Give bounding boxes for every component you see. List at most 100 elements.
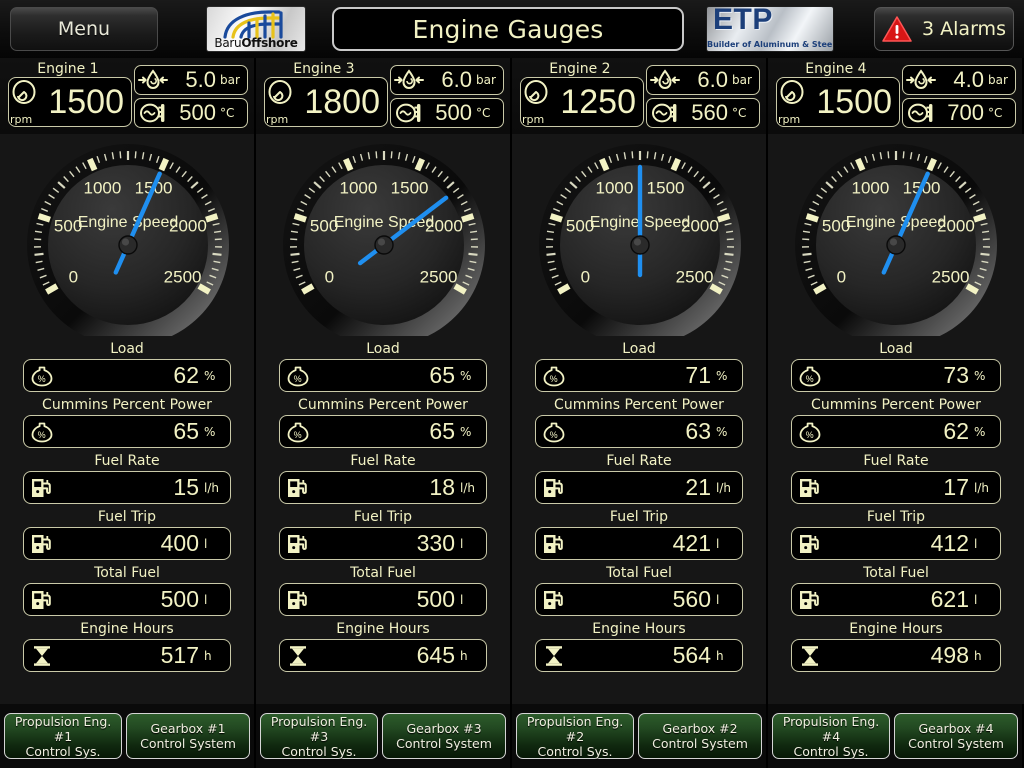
- percent-power-value: 65: [429, 418, 455, 444]
- engine-header-1: Engine 1 rpm 1500 5.0 bar 500 °C: [0, 58, 256, 134]
- rpm-readout[interactable]: rpm 1250: [520, 77, 644, 127]
- oil-pressure-value: 4.0: [953, 66, 984, 92]
- gearbox-button-line1: Gearbox #1: [150, 721, 226, 736]
- fuel-trip-readout[interactable]: 400 l: [23, 527, 231, 560]
- oil-pressure-readout[interactable]: 5.0 bar: [133, 64, 248, 95]
- gauge-area[interactable]: 05001000150020002500 Engine Speed: [23, 140, 233, 336]
- oil-pressure-readout[interactable]: 6.0 bar: [645, 64, 760, 95]
- load-readout[interactable]: % 71 %: [535, 359, 743, 392]
- total-fuel-row: Total Fuel 621 l: [791, 564, 1001, 616]
- svg-text:%: %: [806, 430, 814, 440]
- top-bar: Menu BaruOffshore Engine Gauges ETP Buil…: [0, 0, 1024, 58]
- load-value: 71: [685, 362, 711, 388]
- oil-pressure-unit: bar: [220, 72, 240, 87]
- propulsion-button-line2: Control Sys.: [281, 743, 357, 759]
- engine-hours-readout[interactable]: 645 h: [279, 639, 487, 672]
- engine-header-strip: Engine 1 rpm 1500 5.0 bar 500 °C Engine …: [0, 58, 1024, 134]
- oil-pressure-droplet-icon: [137, 68, 168, 89]
- engine-hours-readout[interactable]: 564 h: [535, 639, 743, 672]
- propulsion-engine-control-button-4[interactable]: Propulsion Eng. #4 Control Sys.: [772, 713, 891, 759]
- total-fuel-readout[interactable]: 500 l: [279, 583, 487, 616]
- total-fuel-readout[interactable]: 621 l: [791, 583, 1001, 616]
- percent-power-label: Cummins Percent Power: [298, 397, 468, 413]
- svg-text:2500: 2500: [932, 268, 970, 287]
- fuel-rate-readout[interactable]: 18 l/h: [279, 471, 487, 504]
- oil-pressure-readout[interactable]: 6.0 bar: [389, 64, 504, 95]
- fuel-rate-unit: l/h: [204, 480, 219, 495]
- fuel-pump-icon: [32, 478, 51, 497]
- propulsion-engine-control-button-2[interactable]: Propulsion Eng. #3 Control Sys.: [260, 713, 379, 759]
- fuel-rate-readout[interactable]: 15 l/h: [23, 471, 231, 504]
- engine-name-label: Engine 1: [37, 61, 99, 77]
- svg-text:2500: 2500: [676, 268, 714, 287]
- gearbox-control-button-2[interactable]: Gearbox #3 Control System: [382, 713, 506, 759]
- gearbox-button-line1: Gearbox #4: [918, 721, 994, 736]
- pressure-temp-group: 6.0 bar 500 °C: [389, 61, 504, 131]
- engine-hours-readout[interactable]: 517 h: [23, 639, 231, 672]
- alarms-button[interactable]: 3 Alarms: [874, 7, 1014, 51]
- fuel-rate-readout[interactable]: 17 l/h: [791, 471, 1001, 504]
- gauge-area[interactable]: 05001000150020002500 Engine Speed: [535, 140, 745, 336]
- exhaust-temp-readout[interactable]: 500 °C: [389, 97, 504, 128]
- load-icon-wrap: %: [285, 363, 311, 389]
- percent-power-icon-wrap: %: [541, 419, 567, 445]
- percent-power-row: Cummins Percent Power % 62 %: [791, 396, 1001, 448]
- rpm-readout[interactable]: rpm 1500: [8, 77, 132, 127]
- propulsion-engine-control-button-1[interactable]: Propulsion Eng. #1 Control Sys.: [4, 713, 123, 759]
- load-readout[interactable]: % 73 %: [791, 359, 1001, 392]
- menu-button[interactable]: Menu: [10, 7, 158, 51]
- rpm-readout[interactable]: rpm 1500: [776, 77, 900, 127]
- exhaust-temp-readout[interactable]: 500 °C: [133, 97, 248, 128]
- fuel-rate-icon-wrap: [29, 475, 55, 501]
- control-buttons-column-4: Propulsion Eng. #4 Control Sys. Gearbox …: [768, 704, 1024, 768]
- fuel-trip-label: Fuel Trip: [353, 509, 413, 525]
- gearbox-control-button-3[interactable]: Gearbox #2 Control System: [638, 713, 762, 759]
- load-label: Load: [110, 341, 144, 357]
- percent-power-icon-wrap: %: [285, 419, 311, 445]
- total-fuel-icon-wrap: [797, 587, 823, 613]
- tachometer-icon: [780, 80, 804, 104]
- fuel-rate-readout[interactable]: 21 l/h: [535, 471, 743, 504]
- gearbox-control-button-1[interactable]: Gearbox #1 Control System: [126, 713, 250, 759]
- fuel-trip-readout[interactable]: 330 l: [279, 527, 487, 560]
- exhaust-temp-readout[interactable]: 700 °C: [901, 97, 1016, 128]
- percent-power-readout[interactable]: % 65 %: [23, 415, 231, 448]
- gearbox-control-button-4[interactable]: Gearbox #4 Control System: [894, 713, 1018, 759]
- fuel-rate-value: 21: [685, 474, 711, 500]
- pressure-temp-group: 4.0 bar 700 °C: [901, 61, 1016, 131]
- total-fuel-icon-wrap: [541, 587, 567, 613]
- etp-tagline: Builder of Aluminum & Steel Vessels: [707, 40, 834, 49]
- fuel-trip-icon-wrap: [541, 531, 567, 557]
- engine-name-label: Engine 2: [549, 61, 611, 77]
- engine-hours-readout[interactable]: 498 h: [791, 639, 1001, 672]
- load-value: 62: [173, 362, 199, 388]
- percent-power-readout[interactable]: % 62 %: [791, 415, 1001, 448]
- svg-text:1000: 1000: [339, 178, 377, 197]
- gauge-dial-title: Engine Speed: [846, 214, 947, 231]
- baru-offshore-logo: BaruOffshore: [206, 6, 306, 52]
- load-readout[interactable]: % 62 %: [23, 359, 231, 392]
- engine-hours-row: Engine Hours 517 h: [23, 620, 231, 672]
- engine-column-3: 0 500 1000 1500 2000 2500 Engine Speed Load %…: [512, 134, 768, 704]
- exhaust-temp-readout[interactable]: 560 °C: [645, 97, 760, 128]
- load-readout[interactable]: % 65 %: [279, 359, 487, 392]
- fuel-trip-readout[interactable]: 412 l: [791, 527, 1001, 560]
- oil-pressure-unit: bar: [988, 72, 1008, 87]
- exhaust-temp-unit: °C: [476, 105, 491, 120]
- propulsion-engine-control-button-3[interactable]: Propulsion Eng. #2 Control Sys.: [516, 713, 635, 759]
- percent-power-readout[interactable]: % 63 %: [535, 415, 743, 448]
- oil-pressure-readout[interactable]: 4.0 bar: [901, 64, 1016, 95]
- fuel-trip-readout[interactable]: 421 l: [535, 527, 743, 560]
- rpm-readout[interactable]: rpm 1800: [264, 77, 388, 127]
- gauge-area[interactable]: 05001000150020002500 Engine Speed: [791, 140, 1001, 336]
- rpm-value: 1800: [304, 83, 380, 121]
- gauge-area[interactable]: 05001000150020002500 Engine Speed: [279, 140, 489, 336]
- engine-header-4: Engine 4 rpm 1500 4.0 bar 700 °C: [768, 58, 1024, 134]
- hourglass-icon: [802, 645, 818, 666]
- svg-text:%: %: [550, 430, 558, 440]
- engine-hours-icon-wrap: [797, 643, 823, 669]
- fuel-pump-icon: [288, 534, 307, 553]
- total-fuel-readout[interactable]: 560 l: [535, 583, 743, 616]
- total-fuel-readout[interactable]: 500 l: [23, 583, 231, 616]
- percent-power-readout[interactable]: % 65 %: [279, 415, 487, 448]
